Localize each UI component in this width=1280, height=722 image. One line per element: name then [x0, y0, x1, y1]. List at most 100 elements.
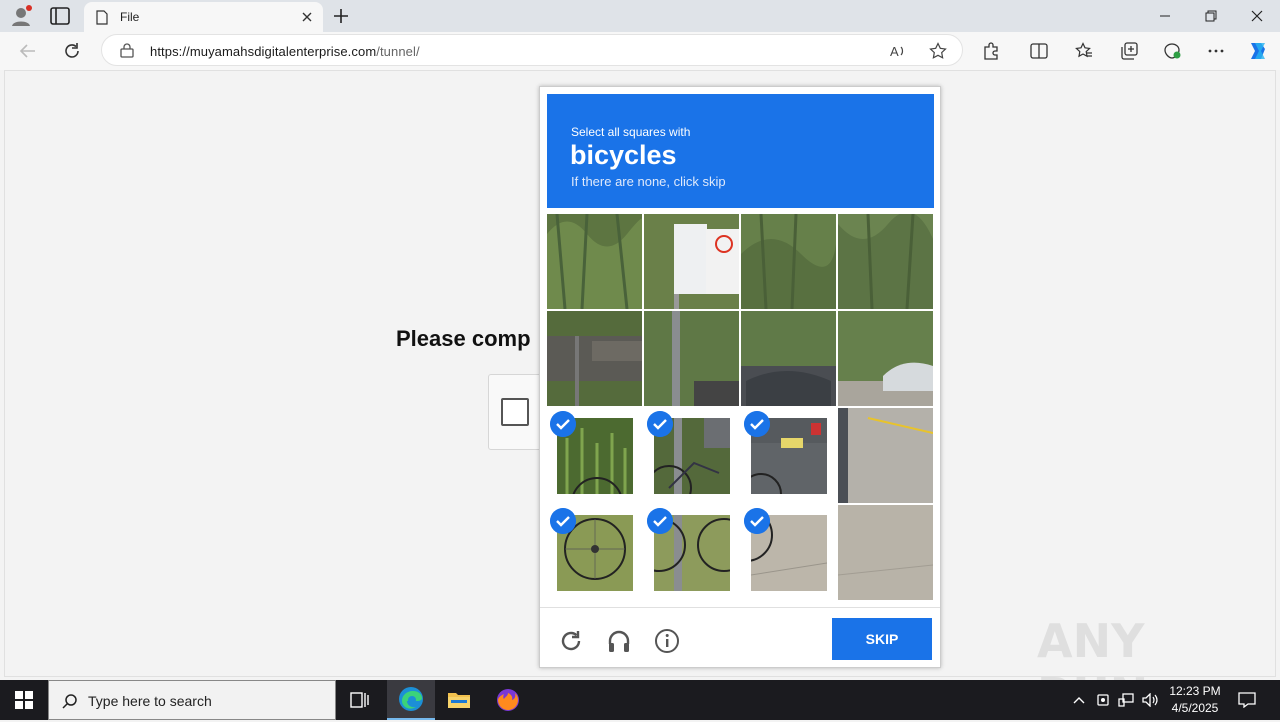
watermark-logo: ANY RUN: [1037, 610, 1237, 722]
split-screen-icon[interactable]: [1030, 42, 1048, 60]
captcha-tile[interactable]: [644, 311, 739, 406]
minimize-button[interactable]: [1142, 0, 1188, 32]
browser-tab-strip: File: [0, 0, 1280, 32]
minimize-icon: [1160, 15, 1170, 17]
browser-essentials-icon[interactable]: [1163, 42, 1181, 60]
chevron-up-icon: [1073, 697, 1085, 704]
restore-icon: [1205, 10, 1217, 22]
captcha-tile-selected[interactable]: [741, 505, 836, 600]
new-tab-icon[interactable]: [332, 7, 350, 25]
extensions-icon[interactable]: [982, 42, 1000, 60]
selected-check-icon: [550, 508, 576, 534]
taskbar-edge[interactable]: [387, 680, 435, 720]
url-host: https://muyamahsdigitalenterprise.com: [150, 44, 377, 59]
edge-icon: [399, 687, 423, 711]
taskbar-search[interactable]: Type here to search: [48, 680, 336, 720]
profile-icon[interactable]: [10, 5, 32, 27]
skip-button[interactable]: SKIP: [832, 618, 932, 660]
url-path: /tunnel/: [376, 44, 420, 59]
captcha-tile[interactable]: [741, 311, 836, 406]
captcha-tile[interactable]: [741, 214, 836, 309]
captcha-tile[interactable]: [838, 214, 933, 309]
notifications-button[interactable]: [1230, 680, 1264, 720]
tray-security[interactable]: [1093, 680, 1113, 720]
reload-icon[interactable]: [558, 628, 584, 654]
more-options-icon[interactable]: [1207, 42, 1225, 60]
captcha-tile-selected[interactable]: [644, 505, 739, 600]
clock-time: 12:23 PM: [1169, 684, 1221, 698]
tile-image: [547, 311, 642, 406]
captcha-instruction: Select all squares with: [571, 125, 691, 139]
tile-image: [741, 311, 836, 406]
captcha-tile-selected[interactable]: [547, 505, 642, 600]
back-icon[interactable]: [18, 41, 38, 61]
clock-date: 4/5/2025: [1171, 701, 1219, 715]
browser-tab[interactable]: File: [84, 2, 323, 32]
taskbar: Type here to search 12:23 PM 4/5/2025: [0, 680, 1280, 720]
captcha-checkbox[interactable]: [501, 398, 529, 426]
start-button[interactable]: [0, 680, 48, 720]
folder-icon: [448, 693, 470, 708]
captcha-tile[interactable]: [838, 311, 933, 406]
captcha-tile[interactable]: [547, 311, 642, 406]
selected-check-icon: [744, 508, 770, 534]
close-icon: [1251, 10, 1263, 22]
tile-image: [838, 311, 933, 406]
windows-logo-icon: [15, 691, 33, 709]
taskbar-clock[interactable]: 12:23 PM 4/5/2025: [1164, 683, 1226, 717]
captcha-tile[interactable]: [838, 408, 933, 503]
tray-volume[interactable]: [1140, 680, 1162, 720]
captcha-footer: SKIP: [540, 607, 940, 667]
tile-image: [644, 214, 739, 309]
collections-icon[interactable]: [1120, 42, 1138, 60]
search-icon: [62, 694, 77, 709]
search-placeholder: Type here to search: [88, 693, 212, 709]
captcha-hint: If there are none, click skip: [571, 174, 726, 189]
close-tab-icon[interactable]: [300, 10, 314, 24]
captcha-tile-selected[interactable]: [741, 408, 836, 503]
selected-check-icon: [647, 411, 673, 437]
task-view-button[interactable]: [336, 680, 384, 720]
url-text[interactable]: https://muyamahsdigitalenterprise.com/tu…: [150, 44, 420, 59]
refresh-icon[interactable]: [62, 41, 82, 61]
task-view-icon: [350, 692, 369, 708]
favorites-icon[interactable]: [1075, 42, 1093, 60]
tray-network[interactable]: [1115, 680, 1137, 720]
captcha-grid: [547, 214, 934, 601]
network-icon: [1118, 693, 1134, 707]
security-tray-icon: [1097, 694, 1109, 706]
close-window-button[interactable]: [1234, 0, 1280, 32]
notification-icon: [1238, 692, 1256, 708]
captcha-tile-selected[interactable]: [644, 408, 739, 503]
lock-icon[interactable]: [120, 43, 134, 58]
taskbar-file-explorer[interactable]: [435, 680, 483, 720]
captcha-tile[interactable]: [547, 214, 642, 309]
selected-check-icon: [744, 411, 770, 437]
captcha-target: bicycles: [570, 140, 677, 170]
copilot-icon[interactable]: [1246, 39, 1270, 63]
read-aloud-icon[interactable]: A: [889, 42, 907, 60]
tile-image: [547, 214, 642, 309]
firefox-icon: [497, 689, 519, 711]
address-bar[interactable]: https://muyamahsdigitalenterprise.com/tu…: [101, 34, 963, 66]
tab-title: File: [120, 10, 140, 24]
info-icon[interactable]: [654, 628, 680, 654]
browser-toolbar: https://muyamahsdigitalenterprise.com/tu…: [0, 32, 1280, 70]
volume-icon: [1142, 693, 1158, 707]
restore-button[interactable]: [1188, 0, 1234, 32]
page-heading: Please comp: [396, 326, 531, 351]
audio-challenge-icon[interactable]: [606, 628, 632, 654]
captcha-tile-selected[interactable]: [547, 408, 642, 503]
tray-overflow-button[interactable]: [1068, 680, 1090, 720]
tile-image: [741, 214, 836, 309]
taskbar-firefox[interactable]: [484, 680, 532, 720]
captcha-tile[interactable]: [644, 214, 739, 309]
tile-image: [644, 311, 739, 406]
tile-image: [838, 408, 933, 503]
tile-image: [838, 214, 933, 309]
tab-actions-icon[interactable]: [50, 7, 70, 25]
tile-image: [838, 505, 933, 600]
captcha-tile[interactable]: [838, 505, 933, 600]
selected-check-icon: [647, 508, 673, 534]
favorite-star-icon[interactable]: [929, 42, 947, 60]
